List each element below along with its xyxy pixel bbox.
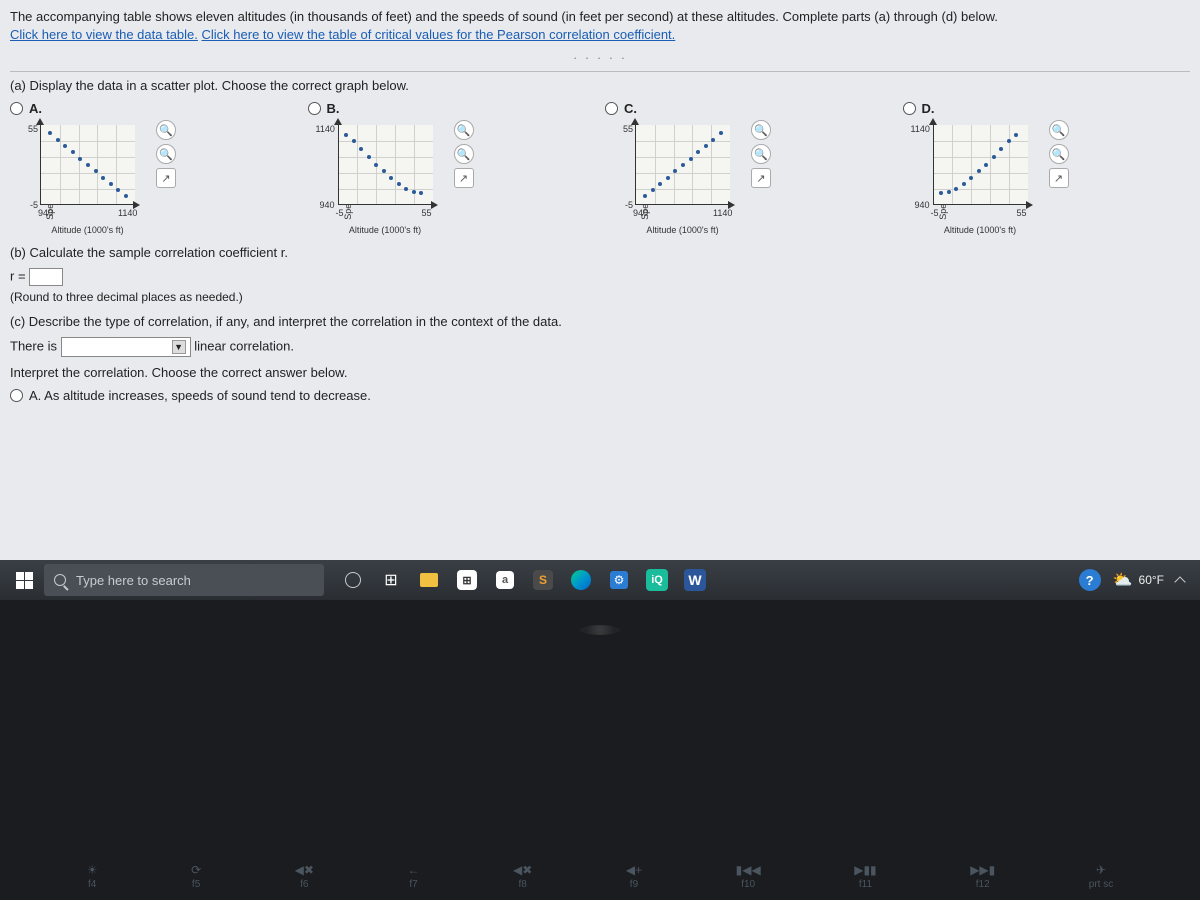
chart-A-tools: 🔍 🔍 ↗ <box>156 120 176 188</box>
microsoft-store-icon[interactable]: ⊞ <box>450 564 484 596</box>
iq-app-icon[interactable]: iQ <box>640 564 674 596</box>
app-a-icon[interactable]: a <box>488 564 522 596</box>
word-icon[interactable]: W <box>678 564 712 596</box>
tray-chevron-icon[interactable] <box>1174 576 1185 587</box>
option-D-label: D. <box>922 101 935 116</box>
fn-f4: ☀f4 <box>87 863 98 890</box>
search-icon <box>54 574 66 586</box>
help-icon[interactable]: ? <box>1079 569 1101 591</box>
fn-f6: ◀✖f6 <box>295 863 314 890</box>
chart-B-xlabel: Altitude (1000's ft) <box>338 225 433 235</box>
divider <box>10 71 1190 72</box>
chart-C-plot <box>635 125 730 205</box>
chart-D-xlabel: Altitude (1000's ft) <box>933 225 1028 235</box>
radio-D[interactable] <box>903 102 916 115</box>
settings-icon[interactable]: ⚙ <box>602 564 636 596</box>
question-panel: The accompanying table shows eleven alti… <box>0 0 1200 560</box>
part-c: (c) Describe the type of correlation, if… <box>10 314 1190 403</box>
interpret-label: Interpret the correlation. Choose the co… <box>10 365 1190 380</box>
correlation-dropdown[interactable]: ▼ <box>61 337 191 357</box>
r-input[interactable] <box>29 268 63 286</box>
popout-icon[interactable]: ↗ <box>1049 168 1069 188</box>
task-view-icon[interactable]: ⊞ <box>374 564 408 596</box>
zoom-out-icon[interactable]: 🔍 <box>156 144 176 164</box>
chart-D-plot <box>933 125 1028 205</box>
option-A-label: A. <box>29 101 42 116</box>
chart-A-plot <box>40 125 135 205</box>
divider-dots: · · · · · <box>10 50 1190 65</box>
chart-C: Speed of sound (ft/s) 55 -5 940 1140 Alt… <box>605 120 745 235</box>
graph-options-row: A. Speed of sound (ft/s) 55 -5 940 1140 <box>10 101 1190 235</box>
radio-A[interactable] <box>10 102 23 115</box>
cortana-icon[interactable] <box>336 564 370 596</box>
search-placeholder: Type here to search <box>76 573 191 588</box>
r-equals: r = <box>10 269 26 284</box>
there-is-text: There is <box>10 339 57 354</box>
zoom-out-icon[interactable]: 🔍 <box>1049 144 1069 164</box>
option-C: C. Speed of sound (ft/s) 55 -5 940 1140 <box>605 101 893 235</box>
popout-icon[interactable]: ↗ <box>454 168 474 188</box>
option-C-label: C. <box>624 101 637 116</box>
part-c-label: (c) Describe the type of correlation, if… <box>10 314 1190 329</box>
option-B-label: B. <box>327 101 340 116</box>
chart-B-tools: 🔍 🔍 ↗ <box>454 120 474 188</box>
fn-f7: ←f7 <box>407 863 419 890</box>
chart-A: Speed of sound (ft/s) 55 -5 940 1140 Alt… <box>10 120 150 235</box>
intro-text: The accompanying table shows eleven alti… <box>10 8 1190 44</box>
weather-temp: 60°F <box>1139 573 1164 587</box>
edge-icon[interactable] <box>564 564 598 596</box>
linear-correlation-text: linear correlation. <box>194 339 294 354</box>
radio-interpret-A[interactable] <box>10 389 23 402</box>
part-b: (b) Calculate the sample correlation coe… <box>10 245 1190 304</box>
popout-icon[interactable]: ↗ <box>751 168 771 188</box>
intro-line: The accompanying table shows eleven alti… <box>10 9 998 24</box>
part-a-label: (a) Display the data in a scatter plot. … <box>10 78 1190 93</box>
zoom-out-icon[interactable]: 🔍 <box>751 144 771 164</box>
below-screen <box>0 600 1200 900</box>
part-b-label: (b) Calculate the sample correlation coe… <box>10 245 1190 260</box>
system-tray: ? ⛅ 60°F <box>1079 569 1194 591</box>
chart-C-xlabel: Altitude (1000's ft) <box>635 225 730 235</box>
weather-icon: ⛅ <box>1113 570 1133 590</box>
keyboard-fn-row: ☀f4 ⟳f5 ◀✖f6 ←f7 ◀✖f8 ◀+f9 ▮◀◀f10 ▶▮▮f11… <box>0 863 1200 890</box>
fn-f8: ◀✖f8 <box>513 863 532 890</box>
critical-values-link[interactable]: Click here to view the table of critical… <box>202 27 676 42</box>
taskbar-search[interactable]: Type here to search <box>44 564 324 596</box>
zoom-out-icon[interactable]: 🔍 <box>454 144 474 164</box>
zoom-in-icon[interactable]: 🔍 <box>454 120 474 140</box>
fn-f10: ▮◀◀f10 <box>736 863 761 890</box>
interpret-option-A: A. As altitude increases, speeds of soun… <box>29 388 371 403</box>
windows-icon <box>16 572 33 589</box>
fn-prtsc: ✈prt sc <box>1089 863 1113 890</box>
option-A: A. Speed of sound (ft/s) 55 -5 940 1140 <box>10 101 298 235</box>
chart-C-tools: 🔍 🔍 ↗ <box>751 120 771 188</box>
data-table-link[interactable]: Click here to view the data table. <box>10 27 198 42</box>
option-B: B. Speed of sound (ft/s) 1140 940 -5 55 <box>308 101 596 235</box>
radio-B[interactable] <box>308 102 321 115</box>
zoom-in-icon[interactable]: 🔍 <box>1049 120 1069 140</box>
radio-C[interactable] <box>605 102 618 115</box>
chart-A-xlabel: Altitude (1000's ft) <box>40 225 135 235</box>
start-button[interactable] <box>6 564 42 596</box>
zoom-in-icon[interactable]: 🔍 <box>751 120 771 140</box>
fn-f5: ⟳f5 <box>191 863 201 890</box>
fn-f9: ◀+f9 <box>626 863 642 890</box>
weather-widget[interactable]: ⛅ 60°F <box>1113 570 1164 590</box>
option-D: D. Speed of sound (ft/s) 1140 940 -5 55 <box>903 101 1191 235</box>
round-note: (Round to three decimal places as needed… <box>10 290 1190 304</box>
chart-D-tools: 🔍 🔍 ↗ <box>1049 120 1069 188</box>
taskbar: Type here to search ⊞ ⊞ a S ⚙ iQ W ? ⛅ 6… <box>0 560 1200 600</box>
chart-B: Speed of sound (ft/s) 1140 940 -5 55 Alt… <box>308 120 448 235</box>
sublime-icon[interactable]: S <box>526 564 560 596</box>
zoom-in-icon[interactable]: 🔍 <box>156 120 176 140</box>
chart-D: Speed of sound (ft/s) 1140 940 -5 55 Alt… <box>903 120 1043 235</box>
fn-f12: ▶▶▮f12 <box>970 863 995 890</box>
chevron-down-icon: ▼ <box>172 340 186 354</box>
file-explorer-icon[interactable] <box>412 564 446 596</box>
laptop-logo <box>580 625 620 635</box>
chart-B-plot <box>338 125 433 205</box>
fn-f11: ▶▮▮f11 <box>854 863 876 890</box>
popout-icon[interactable]: ↗ <box>156 168 176 188</box>
